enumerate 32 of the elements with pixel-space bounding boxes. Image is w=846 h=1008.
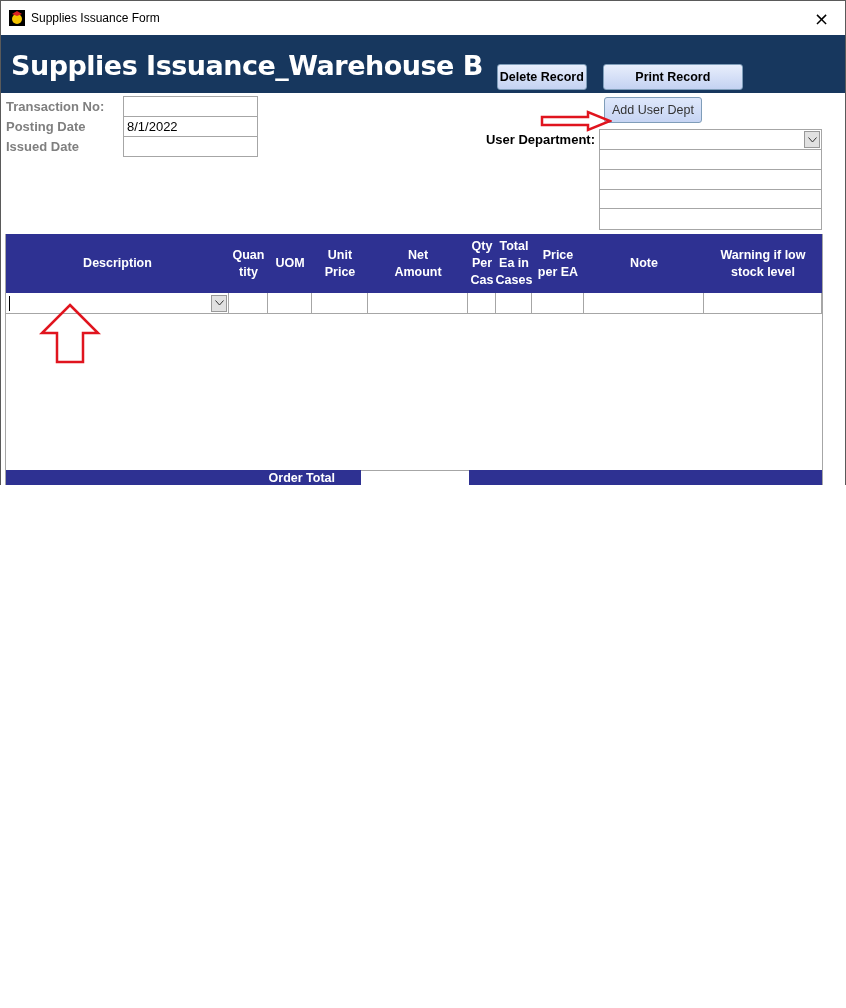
column-header: Description [82, 255, 153, 272]
input-field[interactable] [123, 136, 258, 157]
field-label: Transaction No: [6, 98, 106, 116]
column-header: Total Ea in Cases [496, 238, 532, 289]
column-header: Warning if low stock level [719, 246, 807, 281]
arrow-icon [540, 110, 612, 132]
add-user-dept-button[interactable]: Add User Dept [604, 97, 702, 123]
description-dropdown[interactable] [6, 293, 229, 313]
close-button[interactable]: × [805, 7, 837, 29]
field-label: Posting Date [6, 118, 87, 136]
form-title: Supplies Issuance_Warehouse B [11, 50, 483, 83]
department-list[interactable] [599, 150, 822, 230]
input-field[interactable]: 8/1/2022 [123, 116, 258, 137]
print-record-button[interactable]: Print Record [602, 64, 743, 90]
column-header: Net Amount [393, 246, 443, 281]
column-header: Qty Per Cas [469, 238, 495, 289]
arrow-icon [39, 303, 101, 365]
column-header: Price per EA [536, 246, 580, 281]
delete-record-button[interactable]: Delete Record [496, 64, 587, 90]
column-header: UOM [274, 255, 306, 272]
window-title: Supplies Issuance Form [31, 11, 161, 25]
column-header: Quan tity [231, 246, 266, 281]
chevron-down-icon [807, 136, 817, 143]
app-icon [9, 10, 25, 26]
field-label: Issued Date [6, 138, 80, 156]
input-field[interactable] [123, 96, 258, 117]
user-department-dropdown[interactable] [599, 129, 822, 150]
order-total-label: Order Total [6, 470, 361, 485]
user-department-label: User Department: [485, 132, 595, 147]
column-header: Unit Price [323, 246, 357, 281]
column-header: Note [629, 255, 659, 272]
chevron-down-icon [214, 300, 224, 306]
